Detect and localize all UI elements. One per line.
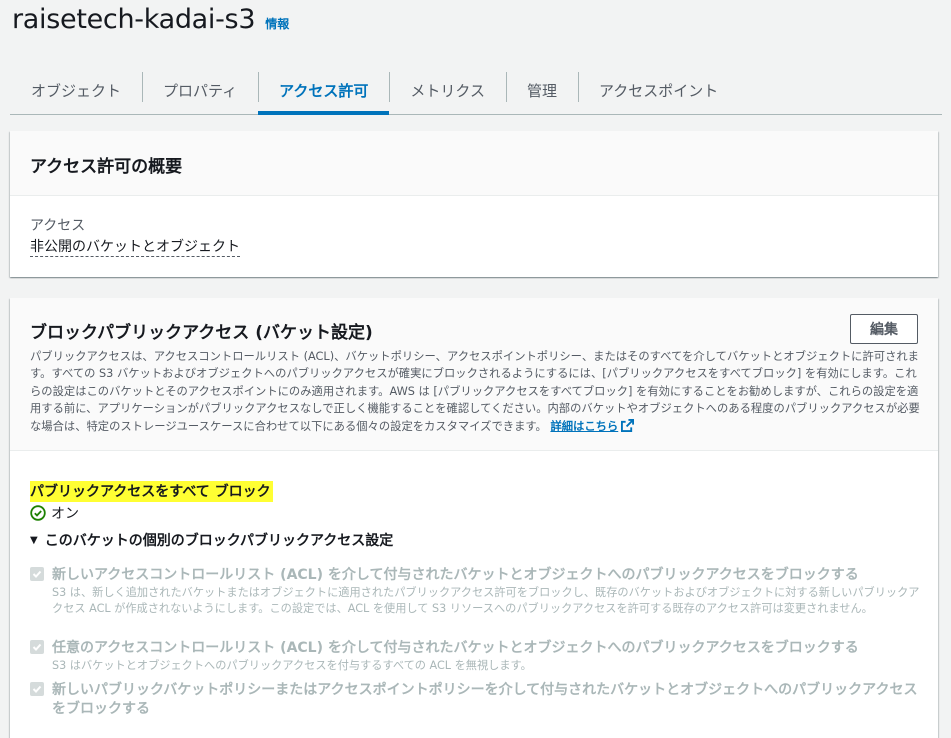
status-text: オン: [51, 506, 79, 522]
tab-metrics[interactable]: メトリクス: [389, 66, 506, 114]
setting-option: 新しいパブリックバケットポリシーまたはアクセスポイントポリシーを介して付与された…: [30, 681, 925, 719]
status-indicator: オン: [30, 503, 79, 523]
learn-more-label: 詳細はこちら: [550, 419, 619, 433]
block-all-public-access-label: パブリックアクセスをすべて ブロック: [30, 481, 273, 502]
option-description: S3 は、新しく追加されたバケットまたはオブジェクトに適用されたパブリックアクセ…: [52, 586, 920, 615]
panel-header: アクセス許可の概要: [10, 131, 938, 196]
external-link-icon: [621, 418, 635, 432]
caret-down-icon: ▼: [30, 534, 38, 546]
tab-access-points[interactable]: アクセスポイント: [577, 66, 739, 114]
learn-more-link[interactable]: 詳細はこちら: [550, 418, 635, 433]
check-icon: [32, 570, 42, 578]
check-icon: [32, 643, 42, 651]
setting-option: 新しいアクセスコントロールリスト (ACL) を介して付与されたバケットとオブジ…: [30, 566, 925, 616]
info-link[interactable]: 情報: [265, 15, 289, 32]
checkbox-disabled: [30, 567, 44, 581]
checkbox-disabled: [30, 682, 44, 696]
page-header: raisetech-kadai-s3 情報: [12, 4, 289, 35]
check-icon: [32, 685, 42, 693]
access-value[interactable]: 非公開のバケットとオブジェクト: [30, 238, 240, 257]
panel-description: パブリックアクセスは、アクセスコントロールリスト (ACL)、バケットポリシー、…: [30, 348, 925, 435]
setting-option: 任意のアクセスコントロールリスト (ACL) を介して付与されたバケットとオブジ…: [30, 639, 925, 674]
block-public-access-panel: ブロックパブリックアクセス (バケット設定) 編集 パブリックアクセスは、アクセ…: [10, 298, 938, 738]
option-title: 任意のアクセスコントロールリスト (ACL) を介して付与されたバケットとオブジ…: [52, 640, 859, 656]
option-description: S3 はバケットとオブジェクトへのパブリックアクセスを付与するすべての ACL …: [52, 659, 532, 672]
tab-permissions[interactable]: アクセス許可: [258, 66, 390, 115]
panel-title: アクセス許可の概要: [30, 157, 183, 177]
access-label: アクセス: [30, 218, 86, 234]
option-title: 新しいパブリックバケットポリシーまたはアクセスポイントポリシーを介して付与された…: [52, 682, 918, 717]
checkbox-disabled: [30, 640, 44, 654]
expander-label: このバケットの個別のブロックパブリックアクセス設定: [44, 533, 394, 549]
individual-settings-expander[interactable]: ▼ このバケットの個別のブロックパブリックアクセス設定: [30, 530, 393, 550]
description-text: パブリックアクセスは、アクセスコントロールリスト (ACL)、バケットポリシー、…: [30, 350, 920, 433]
tab-objects[interactable]: オブジェクト: [10, 66, 142, 114]
page-title: raisetech-kadai-s3: [12, 4, 256, 35]
tab-bar: オブジェクト プロパティ アクセス許可 メトリクス 管理 アクセスポイント: [10, 66, 942, 115]
panel-header: ブロックパブリックアクセス (バケット設定) 編集 パブリックアクセスは、アクセ…: [10, 298, 938, 451]
tab-properties[interactable]: プロパティ: [142, 66, 258, 114]
permissions-overview-panel: アクセス許可の概要 アクセス 非公開のバケットとオブジェクト: [10, 131, 938, 277]
panel-title: ブロックパブリックアクセス (バケット設定): [30, 323, 373, 343]
tab-management[interactable]: 管理: [505, 66, 578, 114]
option-title: 新しいアクセスコントロールリスト (ACL) を介して付与されたバケットとオブジ…: [52, 567, 859, 583]
edit-button[interactable]: 編集: [850, 314, 918, 344]
check-circle-icon: [30, 505, 46, 521]
